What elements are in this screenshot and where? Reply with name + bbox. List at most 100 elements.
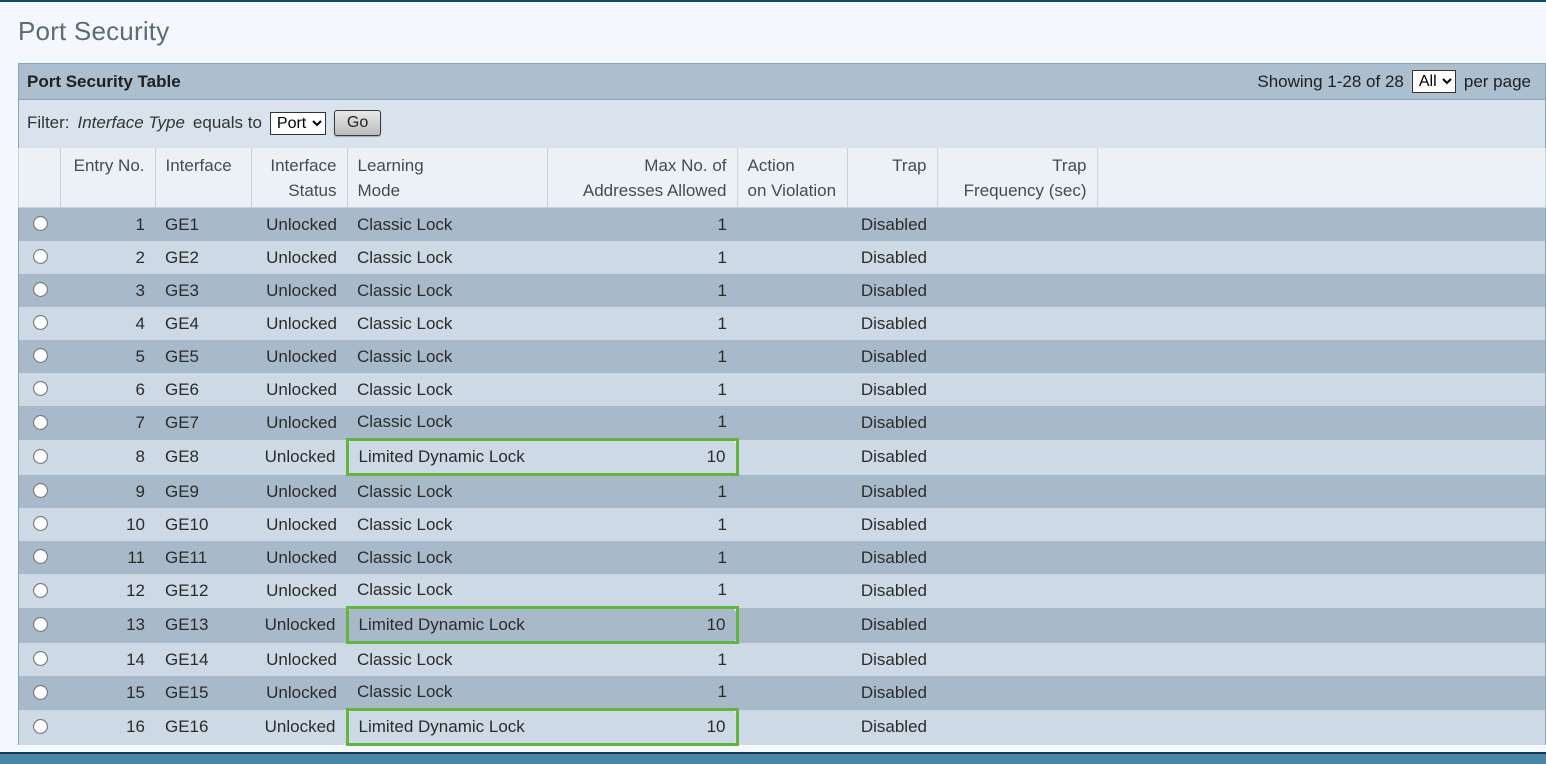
cell-interface: GE1	[155, 208, 251, 242]
table-row: 6GE6UnlockedClassic Lock1Disabled	[19, 373, 1546, 406]
cell-action-violation	[737, 373, 847, 406]
cell-interface-status: Unlocked	[251, 373, 347, 406]
cell-action-violation	[737, 676, 847, 710]
cell-entry-no: 4	[60, 307, 155, 340]
row-radio[interactable]	[33, 583, 48, 598]
cell-max-addresses: 1	[547, 274, 737, 307]
cell-trap-frequency	[937, 710, 1097, 745]
cell-trap: Disabled	[847, 340, 937, 373]
cell-interface-status: Unlocked	[251, 608, 347, 643]
col-radio	[19, 148, 61, 208]
row-radio[interactable]	[33, 315, 48, 330]
row-radio[interactable]	[33, 282, 48, 297]
cell-trap-frequency	[937, 307, 1097, 340]
cell-learning-mode: Classic Lock	[347, 406, 547, 440]
filter-equals: equals to	[193, 113, 262, 133]
row-radio[interactable]	[33, 249, 48, 264]
col-entry-no: Entry No.	[60, 148, 155, 208]
table-row: 14GE14UnlockedClassic Lock1Disabled	[19, 643, 1546, 677]
cell-learning-mode: Classic Lock	[347, 676, 547, 710]
cell-trap: Disabled	[847, 608, 937, 643]
cell-interface-status: Unlocked	[251, 440, 347, 475]
cell-entry-no: 6	[60, 373, 155, 406]
row-radio[interactable]	[33, 549, 48, 564]
row-radio-cell	[19, 274, 61, 307]
table-row: 10GE10UnlockedClassic Lock1Disabled	[19, 508, 1546, 541]
table-row: 15GE15UnlockedClassic Lock1Disabled	[19, 676, 1546, 710]
cell-filler	[1097, 508, 1546, 541]
row-radio-cell	[19, 208, 61, 242]
table-row: 12GE12UnlockedClassic Lock1Disabled	[19, 574, 1546, 608]
cell-entry-no: 3	[60, 274, 155, 307]
cell-max-addresses: 1	[547, 541, 737, 574]
table-row: 2GE2UnlockedClassic Lock1Disabled	[19, 241, 1546, 274]
cell-learning-mode: Classic Lock	[347, 274, 547, 307]
port-security-table: Entry No. Interface Interface Status Lea…	[18, 148, 1546, 746]
cell-interface: GE6	[155, 373, 251, 406]
cell-learning-mode: Classic Lock	[347, 340, 547, 373]
cell-filler	[1097, 208, 1546, 242]
row-radio[interactable]	[33, 381, 48, 396]
cell-action-violation	[737, 406, 847, 440]
cell-interface: GE5	[155, 340, 251, 373]
col-max-addresses: Max No. of Addresses Allowed	[547, 148, 737, 208]
cell-interface: GE7	[155, 406, 251, 440]
interface-type-select[interactable]: Port	[270, 112, 326, 135]
cell-learning-mode: Classic Lock	[347, 307, 547, 340]
cell-filler	[1097, 475, 1546, 509]
cell-filler	[1097, 373, 1546, 406]
row-radio[interactable]	[33, 516, 48, 531]
cell-action-violation	[737, 710, 847, 745]
row-radio-cell	[19, 373, 61, 406]
cell-trap-frequency	[937, 608, 1097, 643]
cell-entry-no: 1	[60, 208, 155, 242]
cell-trap: Disabled	[847, 307, 937, 340]
col-learning-mode: Learning Mode	[347, 148, 547, 208]
cell-action-violation	[737, 241, 847, 274]
cell-interface: GE13	[155, 608, 251, 643]
cell-trap-frequency	[937, 643, 1097, 677]
cell-max-addresses: 1	[547, 307, 737, 340]
col-interface-status: Interface Status	[251, 148, 347, 208]
row-radio-cell	[19, 574, 61, 608]
cell-interface: GE12	[155, 574, 251, 608]
row-radio[interactable]	[33, 617, 48, 632]
cell-filler	[1097, 241, 1546, 274]
table-row: 11GE11UnlockedClassic Lock1Disabled	[19, 541, 1546, 574]
cell-trap: Disabled	[847, 208, 937, 242]
cell-max-addresses: 1	[547, 643, 737, 677]
cell-entry-no: 8	[60, 440, 155, 475]
row-radio[interactable]	[33, 348, 48, 363]
cell-learning-mode: Classic Lock	[347, 373, 547, 406]
row-radio[interactable]	[33, 651, 48, 666]
row-radio[interactable]	[33, 216, 48, 231]
cell-interface: GE4	[155, 307, 251, 340]
cell-interface: GE10	[155, 508, 251, 541]
cell-interface-status: Unlocked	[251, 340, 347, 373]
cell-learning-mode: Classic Lock	[347, 475, 547, 509]
col-action-violation: Action on Violation	[737, 148, 847, 208]
cell-filler	[1097, 574, 1546, 608]
cell-entry-no: 5	[60, 340, 155, 373]
cell-filler	[1097, 307, 1546, 340]
perpage-select[interactable]: All	[1412, 70, 1456, 93]
table-row: 4GE4UnlockedClassic Lock1Disabled	[19, 307, 1546, 340]
cell-trap: Disabled	[847, 676, 937, 710]
row-radio[interactable]	[33, 415, 48, 430]
row-radio[interactable]	[33, 449, 48, 464]
cell-trap: Disabled	[847, 710, 937, 745]
row-radio-cell	[19, 440, 61, 475]
cell-max-addresses: 10	[547, 440, 737, 475]
col-trap-frequency: Trap Frequency (sec)	[937, 148, 1097, 208]
cell-trap-frequency	[937, 574, 1097, 608]
row-radio[interactable]	[33, 685, 48, 700]
cell-interface-status: Unlocked	[251, 475, 347, 509]
row-radio[interactable]	[33, 483, 48, 498]
cell-interface-status: Unlocked	[251, 406, 347, 440]
row-radio[interactable]	[33, 719, 48, 734]
cell-trap: Disabled	[847, 508, 937, 541]
go-button[interactable]: Go	[334, 110, 381, 136]
cell-learning-mode: Limited Dynamic Lock	[347, 608, 547, 643]
cell-interface: GE3	[155, 274, 251, 307]
cell-action-violation	[737, 608, 847, 643]
